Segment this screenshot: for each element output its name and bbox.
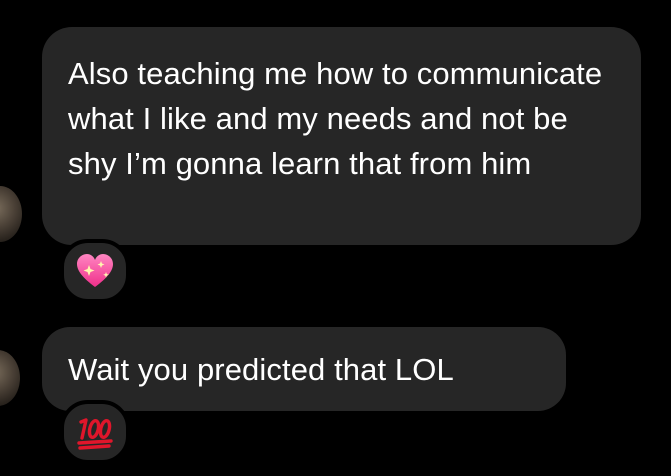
reaction-badge[interactable] — [60, 239, 130, 303]
message-text: Also teaching me how to communicate what… — [68, 56, 603, 181]
sparkling-heart-icon — [77, 254, 113, 287]
sender-avatar[interactable] — [0, 186, 22, 242]
message-bubble[interactable]: Also teaching me how to communicate what… — [42, 27, 641, 245]
reaction-badge[interactable] — [60, 400, 130, 464]
hundred-points-icon — [77, 418, 113, 450]
sender-avatar[interactable] — [0, 350, 20, 406]
message-text: Wait you predicted that LOL — [68, 352, 454, 387]
message-thread: Also teaching me how to communicate what… — [0, 0, 671, 476]
message-bubble[interactable]: Wait you predicted that LOL — [42, 327, 566, 411]
